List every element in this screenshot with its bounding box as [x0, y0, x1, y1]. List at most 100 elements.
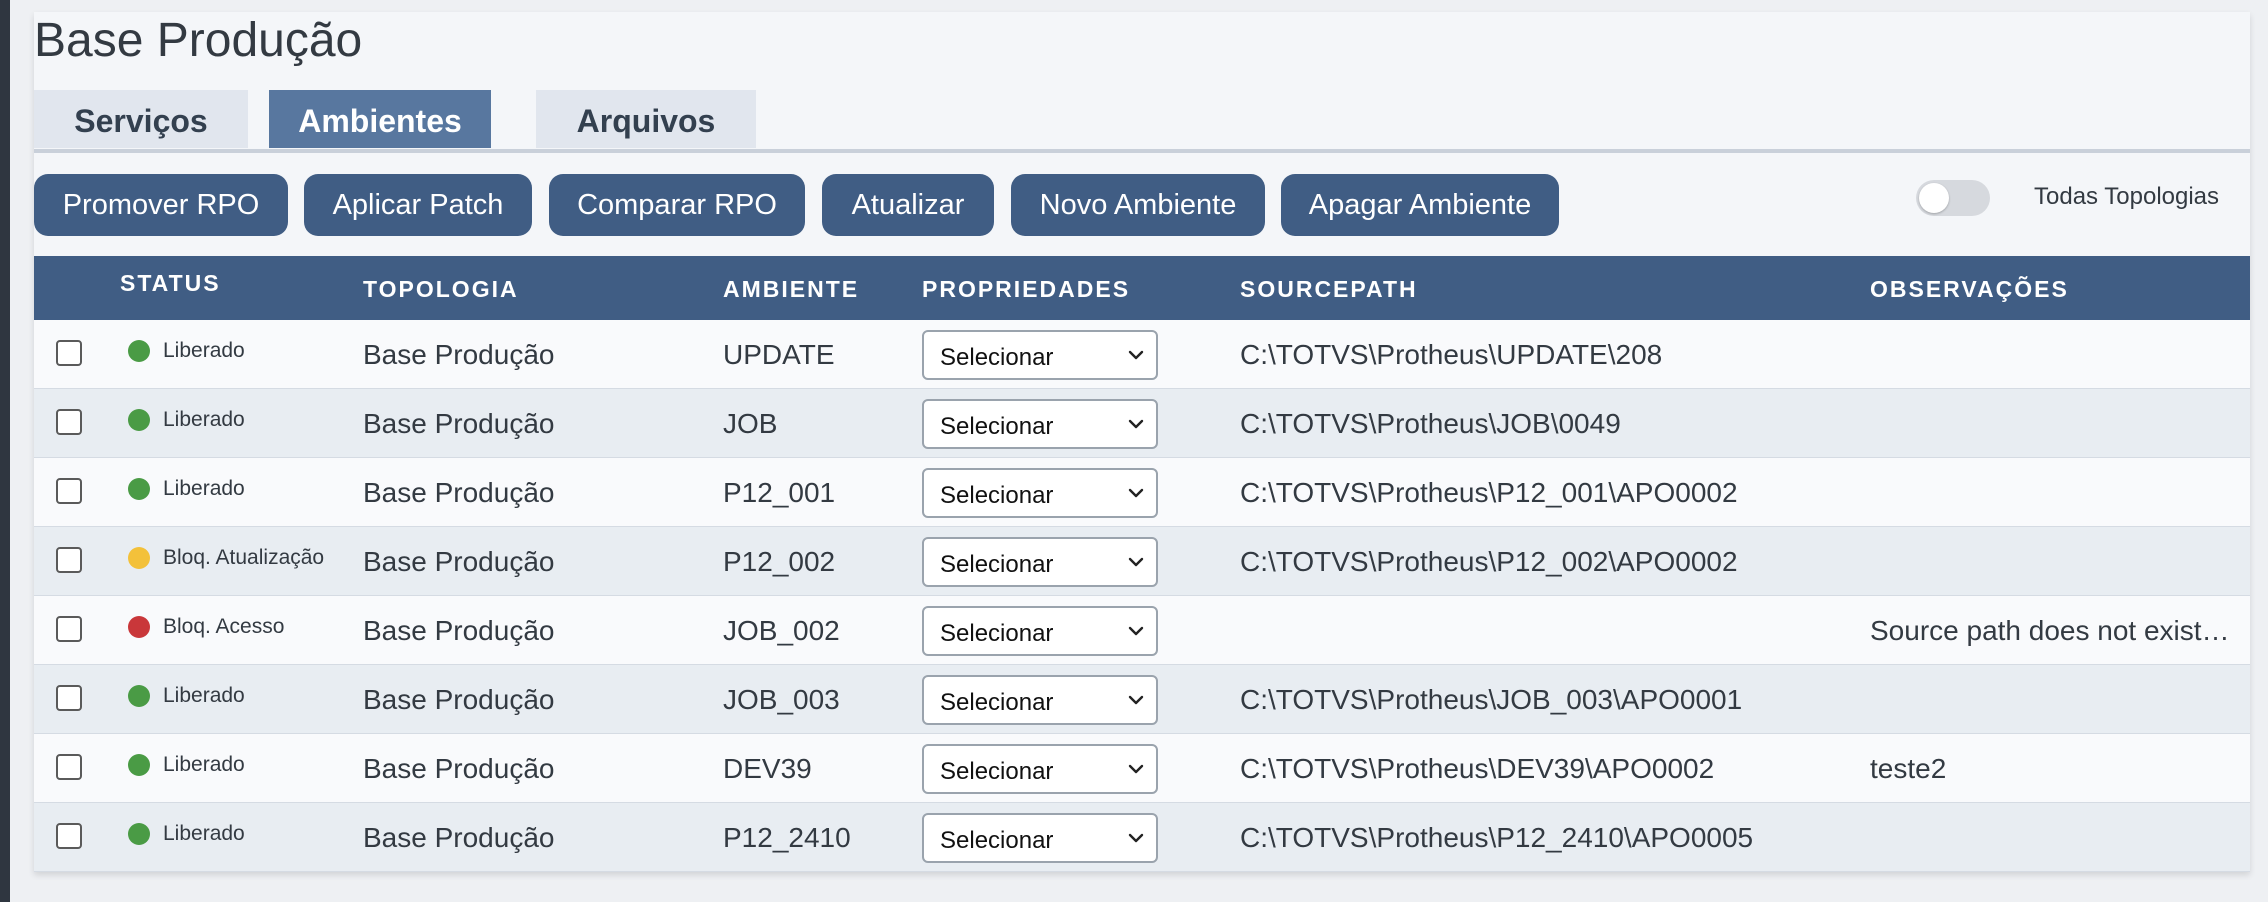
status-indicator-icon	[128, 685, 150, 707]
select-value: Selecionar	[940, 551, 1054, 578]
table-header: STATUS TOPOLOGIA AMBIENTE PROPRIEDADES S…	[34, 256, 2250, 320]
column-header-ambiente[interactable]: AMBIENTE	[723, 276, 859, 303]
chevron-down-icon	[1128, 419, 1144, 429]
status-indicator-icon	[128, 823, 150, 845]
sourcepath-cell: C:\TOTVS\Protheus\JOB_003\APO0001	[1240, 684, 1743, 715]
sourcepath-cell: C:\TOTVS\Protheus\DEV39\APO0002	[1240, 753, 1715, 784]
chevron-down-icon	[1128, 833, 1144, 843]
novo-ambiente-button[interactable]: Novo Ambiente	[1011, 174, 1265, 236]
row-checkbox[interactable]	[56, 754, 82, 780]
todas-topologias-label: Todas Topologias	[2034, 183, 2220, 210]
apagar-ambiente-button[interactable]: Apagar Ambiente	[1281, 174, 1559, 236]
select-value: Selecionar	[940, 758, 1054, 785]
ambiente-cell: P12_002	[723, 546, 836, 577]
ambiente-cell: JOB_002	[723, 615, 840, 646]
chevron-down-icon	[1128, 695, 1144, 705]
chevron-down-icon	[1128, 488, 1144, 498]
status-label: Liberado	[163, 822, 245, 845]
status-indicator-icon	[128, 616, 150, 638]
propriedades-select[interactable]: Selecionar	[922, 744, 1158, 794]
select-value: Selecionar	[940, 344, 1054, 371]
column-header-topologia[interactable]: TOPOLOGIA	[363, 276, 519, 303]
ambiente-cell: JOB	[723, 408, 778, 439]
status-indicator-icon	[128, 547, 150, 569]
status-label: Liberado	[163, 408, 245, 431]
chevron-down-icon	[1128, 764, 1144, 774]
table-row[interactable]: Liberado Base Produção JOB_003 Selecionar C:…	[34, 665, 2250, 734]
observacoes-cell: Source path does not exist on disk	[1870, 615, 2232, 646]
propriedades-select[interactable]: Selecionar	[922, 813, 1158, 863]
row-checkbox[interactable]	[56, 616, 82, 642]
toggle-knob	[1919, 183, 1949, 213]
select-value: Selecionar	[940, 689, 1054, 716]
row-checkbox[interactable]	[56, 478, 82, 504]
sourcepath-cell: C:\TOTVS\Protheus\P12_2410\APO0005	[1240, 822, 1754, 853]
ambiente-cell: P12_2410	[723, 822, 851, 853]
topologia-cell: Base Produção	[363, 684, 555, 715]
column-header-observacoes[interactable]: OBSERVAÇÕES	[1870, 276, 2069, 303]
ambiente-cell: JOB_003	[723, 684, 840, 715]
row-checkbox[interactable]	[56, 547, 82, 573]
table-row[interactable]: Liberado Base Produção JOB Selecionar C:\TOT…	[34, 389, 2250, 458]
ambiente-cell: UPDATE	[723, 339, 835, 370]
status-label: Liberado	[163, 477, 245, 500]
propriedades-select[interactable]: Selecionar	[922, 468, 1158, 518]
propriedades-select[interactable]: Selecionar	[922, 330, 1158, 380]
tab-ambientes[interactable]: Ambientes	[269, 90, 491, 148]
chevron-down-icon	[1128, 626, 1144, 636]
tab-bar: Serviços Ambientes Arquivos	[34, 90, 2250, 150]
row-checkbox[interactable]	[56, 685, 82, 711]
status-label: Bloq. Atualização	[163, 546, 325, 569]
column-header-status[interactable]: STATUS	[120, 270, 221, 297]
sourcepath-cell: C:\TOTVS\Protheus\UPDATE\208	[1240, 339, 1663, 370]
promover-rpo-button[interactable]: Promover RPO	[34, 174, 288, 236]
sourcepath-cell: C:\TOTVS\Protheus\P12_001\APO0002	[1240, 477, 1738, 508]
select-value: Selecionar	[940, 482, 1054, 509]
sourcepath-cell: C:\TOTVS\Protheus\JOB\0049	[1240, 408, 1621, 439]
status-indicator-icon	[128, 340, 150, 362]
status-indicator-icon	[128, 409, 150, 431]
todas-topologias-toggle[interactable]	[1916, 180, 1990, 216]
atualizar-button[interactable]: Atualizar	[822, 174, 994, 236]
status-label: Bloq. Acesso	[163, 615, 285, 638]
propriedades-select[interactable]: Selecionar	[922, 399, 1158, 449]
table-row[interactable]: Liberado Base Produção UPDATE Selecionar C:\…	[34, 320, 2250, 389]
window-edge	[0, 0, 10, 902]
status-label: Liberado	[163, 339, 245, 362]
tab-arquivos[interactable]: Arquivos	[536, 90, 756, 148]
table-row[interactable]: Liberado Base Produção P12_001 Selecionar C:…	[34, 458, 2250, 527]
topologia-cell: Base Produção	[363, 339, 555, 370]
table-row[interactable]: Bloq. Atualização Base Produção P12_002 Sel…	[34, 527, 2250, 596]
page-title: Base Produção	[34, 14, 363, 67]
column-header-propriedades[interactable]: PROPRIEDADES	[922, 276, 1130, 303]
table-row[interactable]: Liberado Base Produção P12_2410 Selecionar C…	[34, 803, 2250, 872]
topologia-cell: Base Produção	[363, 615, 555, 646]
status-label: Liberado	[163, 753, 245, 776]
topologia-cell: Base Produção	[363, 477, 555, 508]
row-checkbox[interactable]	[56, 409, 82, 435]
table-row[interactable]: Bloq. Acesso Base Produção JOB_002 Selecion…	[34, 596, 2250, 665]
comparar-rpo-button[interactable]: Comparar RPO	[549, 174, 805, 236]
select-value: Selecionar	[940, 413, 1054, 440]
select-value: Selecionar	[940, 620, 1054, 647]
tab-underline	[34, 149, 2250, 153]
topologia-cell: Base Produção	[363, 753, 555, 784]
row-checkbox[interactable]	[56, 823, 82, 849]
table-row[interactable]: Liberado Base Produção DEV39 Selecionar C:\T…	[34, 734, 2250, 803]
propriedades-select[interactable]: Selecionar	[922, 537, 1158, 587]
status-indicator-icon	[128, 754, 150, 776]
status-label: Liberado	[163, 684, 245, 707]
ambiente-cell: DEV39	[723, 753, 812, 784]
column-header-sourcepath[interactable]: SOURCEPATH	[1240, 276, 1418, 303]
tab-servicos[interactable]: Serviços	[34, 90, 248, 148]
propriedades-select[interactable]: Selecionar	[922, 675, 1158, 725]
chevron-down-icon	[1128, 350, 1144, 360]
aplicar-patch-button[interactable]: Aplicar Patch	[304, 174, 532, 236]
observacoes-cell: teste2	[1870, 753, 1947, 784]
topologia-cell: Base Produção	[363, 822, 555, 853]
status-indicator-icon	[128, 478, 150, 500]
propriedades-select[interactable]: Selecionar	[922, 606, 1158, 656]
topologia-cell: Base Produção	[363, 546, 555, 577]
row-checkbox[interactable]	[56, 340, 82, 366]
select-value: Selecionar	[940, 827, 1054, 854]
